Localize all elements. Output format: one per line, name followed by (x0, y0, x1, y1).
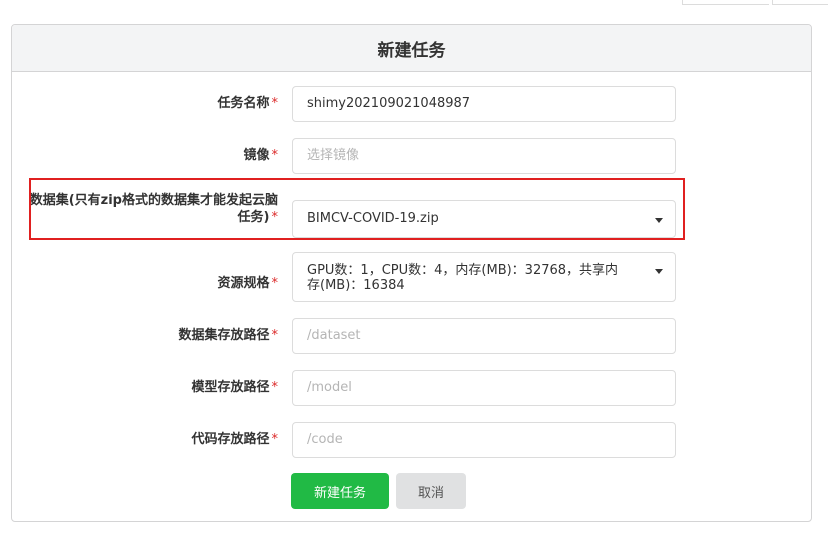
required-mark: * (271, 328, 279, 343)
resource-spec-selected-value: GPU数：1，CPU数：4，内存(MB)：32768，共享内 存(MB)：163… (307, 263, 619, 293)
required-mark: * (271, 380, 279, 395)
code-path-row: 代码存放路径 * /code (12, 422, 813, 458)
top-tab[interactable] (772, 0, 828, 5)
required-mark: * (271, 96, 279, 111)
dataset-path-label: 数据集存放路径 * (178, 328, 279, 343)
cancel-button[interactable]: 取消 (396, 473, 466, 509)
resource-spec-label: 资源规格 * (217, 276, 279, 291)
image-label: 镜像 * (243, 148, 279, 163)
card-header: 新建任务 (12, 25, 811, 72)
code-path-label: 代码存放路径 * (191, 432, 279, 447)
dataset-path-row: 数据集存放路径 * /dataset (12, 318, 813, 354)
top-tab-bar (0, 0, 828, 6)
task-name-input[interactable]: shimy202109021048987 (292, 86, 676, 122)
top-tab[interactable] (682, 0, 769, 5)
dataset-highlight-box (29, 178, 685, 240)
task-name-label: 任务名称 * (217, 96, 279, 111)
model-path-row: 模型存放路径 * /model (12, 370, 813, 406)
image-input[interactable]: 选择镜像 (292, 138, 676, 174)
page-title: 新建任务 (377, 40, 446, 61)
chevron-down-icon (655, 269, 663, 274)
resource-spec-select[interactable]: GPU数：1，CPU数：4，内存(MB)：32768，共享内 存(MB)：163… (292, 252, 676, 302)
model-path-label: 模型存放路径 * (191, 380, 279, 395)
required-mark: * (271, 432, 279, 447)
new-task-form-card: 新建任务 任务名称 * shimy202109021048987 镜像 * 选择镜像… (11, 24, 812, 522)
image-row: 镜像 * 选择镜像 (12, 138, 813, 174)
required-mark: * (271, 276, 279, 291)
model-path-input[interactable]: /model (292, 370, 676, 406)
dataset-path-input[interactable]: /dataset (292, 318, 676, 354)
task-name-row: 任务名称 * shimy202109021048987 (12, 86, 813, 122)
resource-spec-row: 资源规格 * GPU数：1，CPU数：4，内存(MB)：32768，共享内 存(M… (12, 250, 813, 302)
create-task-button[interactable]: 新建任务 (291, 473, 389, 509)
code-path-input[interactable]: /code (292, 422, 676, 458)
required-mark: * (271, 148, 279, 163)
